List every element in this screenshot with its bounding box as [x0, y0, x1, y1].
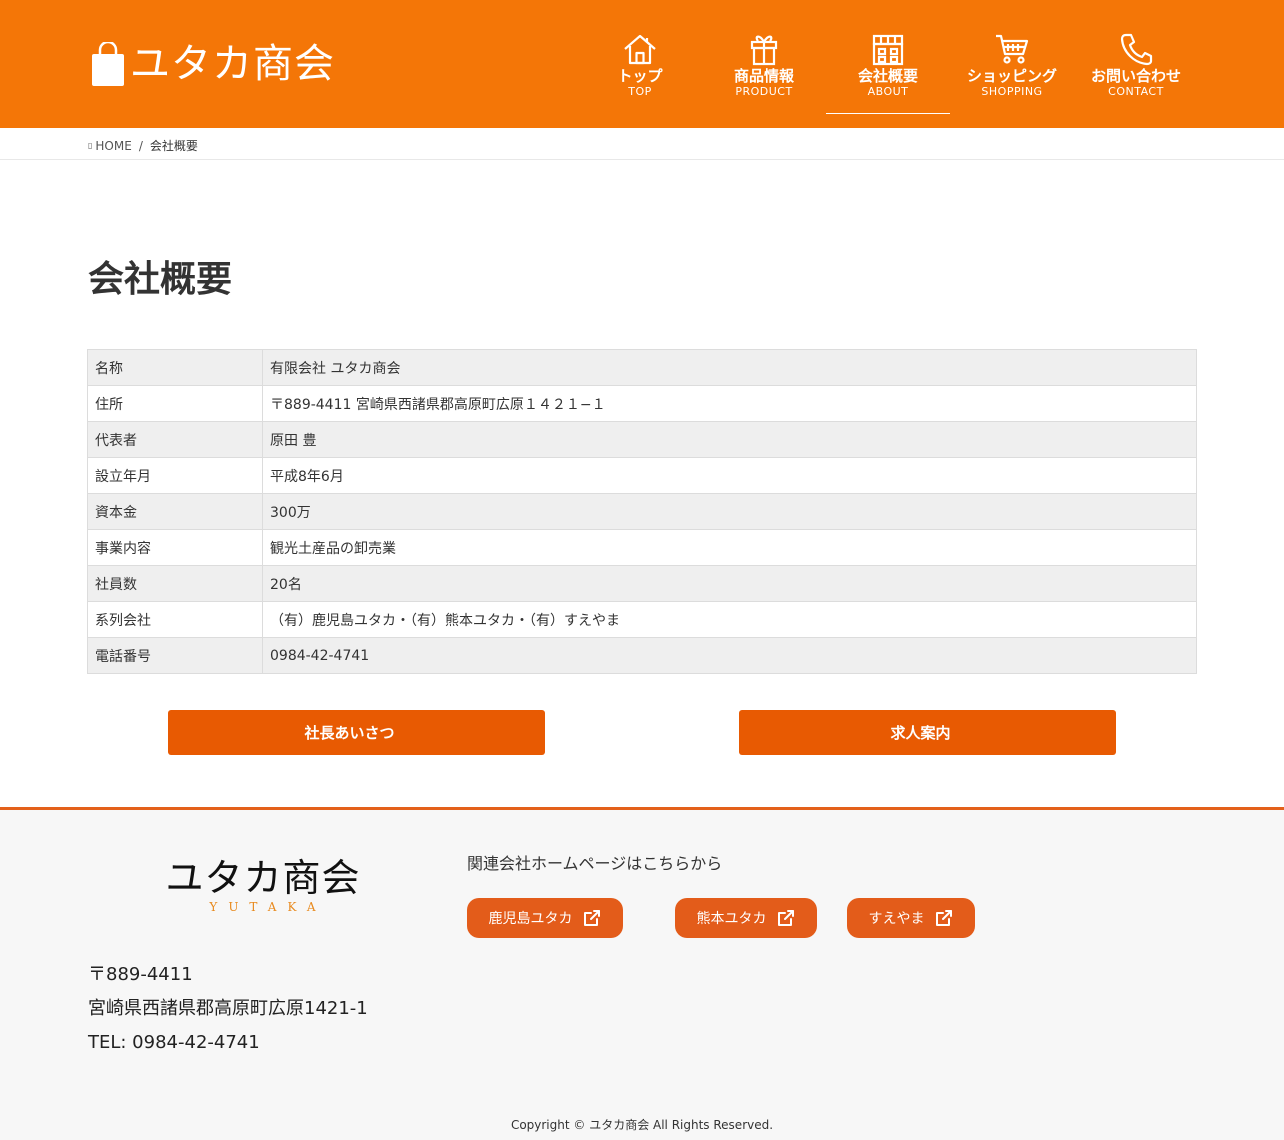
related-link-kagoshima[interactable]: 鹿児島ユタカ — [467, 898, 623, 938]
table-row: 資本金 300万 — [87, 493, 1197, 530]
row-label: 系列会社 — [87, 601, 263, 638]
nav-item-about[interactable]: 会社概要 ABOUT — [826, 28, 950, 114]
table-row: 事業内容 観光土産品の卸売業 — [87, 529, 1197, 566]
site-footer: ユタカ商会 YUTAKA 〒889-4411 宮崎県西諸県郡高原町広原1421-… — [0, 807, 1284, 1140]
cart-icon — [996, 34, 1029, 64]
gift-icon — [750, 35, 778, 66]
footer-postal-code: 〒889-4411 — [88, 964, 193, 985]
related-link-label: すえやま — [868, 911, 925, 927]
nav-item-top[interactable]: トップ TOP — [578, 28, 702, 114]
shopping-bag-icon — [90, 40, 126, 86]
footer-tel: TEL: 0984-42-4741 — [88, 1032, 260, 1053]
row-label: 事業内容 — [87, 529, 263, 566]
logo-text: ユタカ商会 — [130, 41, 335, 87]
row-value: （有）鹿児島ユタカ・（有）熊本ユタカ・（有）すえやま — [262, 601, 1197, 638]
nav-label-en: ABOUT — [867, 85, 909, 98]
button-label: 社長あいさつ — [304, 724, 395, 742]
external-link-icon — [935, 910, 952, 926]
table-row: 住所 〒889-4411 宮崎県西諸県郡高原町広原１４２１−１ — [87, 385, 1197, 422]
row-value: 20名 — [262, 565, 1197, 602]
nav-label-en: SHOPPING — [981, 85, 1043, 98]
nav-item-shopping[interactable]: ショッピング SHOPPING — [950, 28, 1074, 114]
breadcrumb-home-label: HOME — [95, 138, 132, 153]
button-label: 求人案内 — [890, 724, 951, 742]
home-icon: ▯ — [88, 141, 93, 150]
row-label: 名称 — [87, 349, 263, 386]
main-nav: トップ TOP 商品情報 PRODUCT 会社概要 ABOUT ショッピング S… — [578, 28, 1198, 114]
company-info-table: 名称 有限会社 ユタカ商会 住所 〒889-4411 宮崎県西諸県郡高原町広原１… — [87, 349, 1197, 674]
nav-label-en: TOP — [628, 85, 652, 98]
footer-logo-en: YUTAKA — [209, 900, 327, 914]
row-value: 〒889-4411 宮崎県西諸県郡高原町広原１４２１−１ — [262, 385, 1197, 422]
breadcrumb-home-link[interactable]: ▯ HOME — [88, 139, 132, 153]
footer-address: 宮崎県西諸県郡高原町広原1421-1 — [88, 998, 368, 1019]
row-value: 300万 — [262, 493, 1197, 530]
table-row: 系列会社 （有）鹿児島ユタカ・（有）熊本ユタカ・（有）すえやま — [87, 601, 1197, 638]
row-label: 設立年月 — [87, 457, 263, 494]
row-label: 電話番号 — [87, 637, 263, 674]
row-value: 0984-42-4741 — [262, 637, 1197, 674]
row-value: 観光土産品の卸売業 — [262, 529, 1197, 566]
external-link-icon — [583, 910, 600, 926]
table-row: 名称 有限会社 ユタカ商会 — [87, 349, 1197, 386]
building-icon — [872, 34, 904, 66]
nav-label-jp: お問い合わせ — [1090, 67, 1181, 85]
copyright: Copyright © ユタカ商会 All Rights Reserved. — [510, 1118, 774, 1132]
nav-label-jp: 商品情報 — [733, 67, 794, 85]
table-row: 代表者 原田 豊 — [87, 421, 1197, 458]
row-value: 有限会社 ユタカ商会 — [262, 349, 1197, 386]
row-label: 社員数 — [87, 565, 263, 602]
nav-label-jp: トップ — [617, 67, 663, 85]
table-row: 社員数 20名 — [87, 565, 1197, 602]
site-header: ユタカ商会 トップ TOP 商品情報 PRODUCT 会社概要 ABOUT ショ… — [0, 0, 1284, 128]
row-value: 原田 豊 — [262, 421, 1197, 458]
related-link-sueyama[interactable]: すえやま — [847, 898, 975, 938]
row-label: 住所 — [87, 385, 263, 422]
nav-label-en: PRODUCT — [735, 85, 793, 98]
table-row: 設立年月 平成8年6月 — [87, 457, 1197, 494]
breadcrumb-current: 会社概要 — [149, 139, 198, 153]
home-icon — [624, 34, 656, 65]
related-companies-heading: 関連会社ホームページはこちらから — [467, 854, 723, 873]
phone-icon — [1120, 33, 1153, 66]
nav-item-contact[interactable]: お問い合わせ CONTACT — [1074, 28, 1198, 114]
site-logo[interactable]: ユタカ商会 — [90, 40, 335, 88]
footer-address-block: 〒889-4411 宮崎県西諸県郡高原町広原1421-1 TEL: 0984-4… — [88, 958, 368, 1060]
nav-label-en: CONTACT — [1108, 85, 1164, 98]
page-title: 会社概要 — [88, 259, 233, 300]
row-label: 資本金 — [87, 493, 263, 530]
president-greeting-button[interactable]: 社長あいさつ — [168, 710, 545, 755]
nav-label-jp: ショッピング — [966, 67, 1057, 85]
related-link-label: 熊本ユタカ — [696, 911, 767, 927]
related-link-label: 鹿児島ユタカ — [488, 911, 573, 927]
row-label: 代表者 — [87, 421, 263, 458]
related-link-kumamoto[interactable]: 熊本ユタカ — [675, 898, 817, 938]
footer-logo-jp: ユタカ商会 — [165, 856, 361, 900]
footer-logo: ユタカ商会 YUTAKA — [163, 856, 363, 914]
nav-item-product[interactable]: 商品情報 PRODUCT — [702, 28, 826, 114]
nav-label-jp: 会社概要 — [857, 67, 918, 85]
breadcrumb: ▯ HOME / 会社概要 — [0, 128, 1284, 160]
breadcrumb-separator: / — [138, 138, 143, 153]
external-link-icon — [777, 910, 794, 926]
table-row: 電話番号 0984-42-4741 — [87, 637, 1197, 674]
row-value: 平成8年6月 — [262, 457, 1197, 494]
recruitment-button[interactable]: 求人案内 — [739, 710, 1116, 755]
